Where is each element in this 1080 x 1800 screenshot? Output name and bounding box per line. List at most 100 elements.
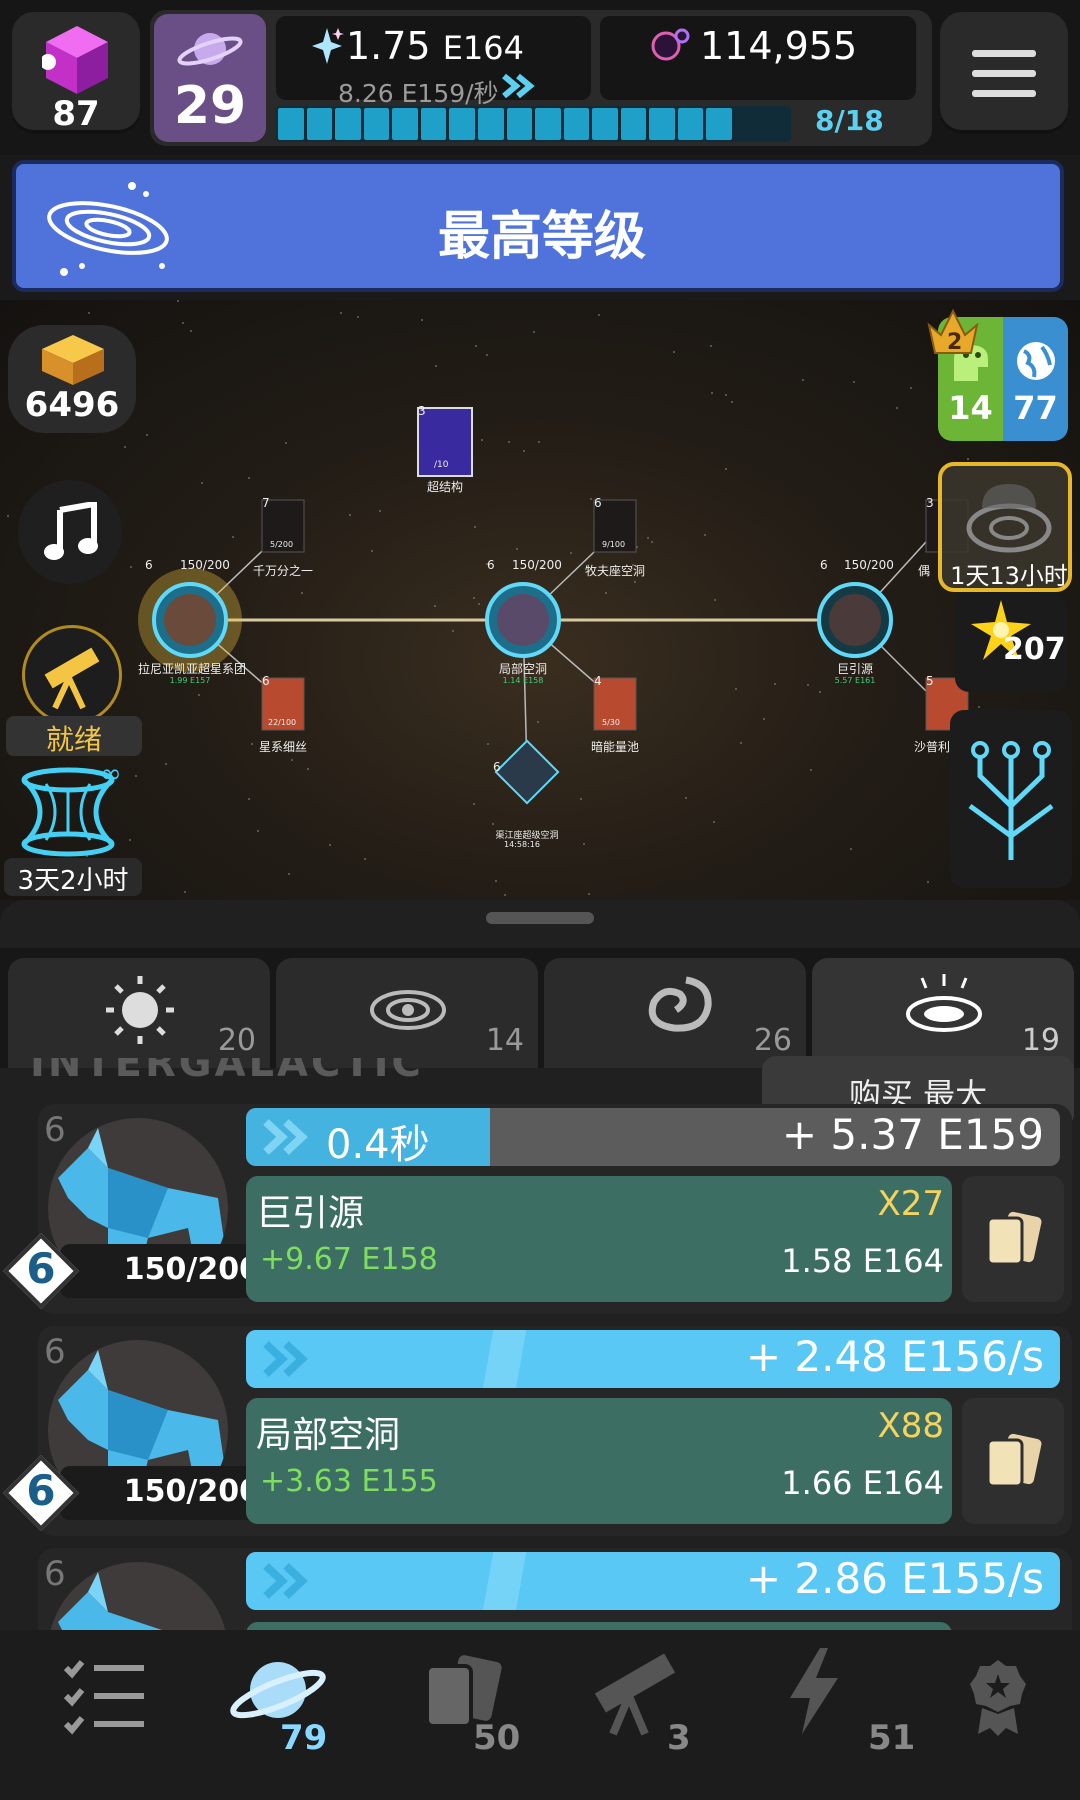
nav-boosts[interactable]: 51 <box>760 1640 930 1780</box>
node-level: 7 <box>262 496 270 510</box>
dark-matter-display: 114,955 <box>600 16 916 100</box>
max-level-banner[interactable]: 最高等级 <box>12 160 1064 292</box>
node-label: 牧夫座空洞 <box>584 564 645 578</box>
node-count: 150/200 <box>844 558 894 572</box>
nav-telescope[interactable]: 3 <box>575 1640 745 1780</box>
section-header: INTERGALACTIC <box>30 1058 424 1082</box>
wormhole-button[interactable]: ∞ <box>16 762 128 858</box>
tab-intergalactic[interactable]: 19 <box>812 958 1074 1068</box>
production-bar: + 2.48 E156/s <box>246 1330 1060 1388</box>
level-progress-label: 8/18 <box>815 104 884 137</box>
cycle-time: 0.4秒 <box>326 1122 430 1166</box>
sparkle-icon <box>312 28 344 64</box>
earth-icon <box>1017 342 1055 380</box>
nav-quests[interactable] <box>20 1640 190 1780</box>
map-node-laniakea[interactable] <box>138 568 242 672</box>
progress-segment <box>477 108 504 140</box>
award-badge-icon <box>970 1660 1026 1736</box>
nav-planets[interactable]: 79 <box>210 1640 380 1780</box>
map-node-great-attractor[interactable] <box>817 582 893 658</box>
tab-count: 26 <box>753 1023 792 1058</box>
planet-level: 29 <box>173 76 247 136</box>
buy-upgrade-button[interactable] <box>246 1622 952 1630</box>
tab-systems[interactable]: 14 <box>276 958 538 1068</box>
checklist-icon <box>63 1660 144 1735</box>
nav-count: 3 <box>667 1718 691 1758</box>
banner-title: 最高等级 <box>437 207 646 267</box>
panel-drag-handle[interactable] <box>486 912 594 924</box>
stardust-exponent: E164 <box>442 29 524 67</box>
node-label: 千万分之一 <box>252 564 313 578</box>
cards-button[interactable] <box>962 1398 1064 1524</box>
level-number: 6 <box>26 1466 56 1515</box>
dark-matter-value: 114,955 <box>700 24 858 68</box>
progress-segment <box>535 108 561 140</box>
nav-count: 50 <box>473 1718 521 1758</box>
golden-cubes-button[interactable]: 6496 <box>8 325 136 433</box>
node-count: 9/100 <box>602 540 626 549</box>
crown-rank: 2 <box>947 330 962 355</box>
multiplier: X88 <box>877 1406 944 1446</box>
tab-galaxies[interactable]: 26 <box>544 958 806 1068</box>
music-button[interactable] <box>18 480 122 584</box>
node-timer: 14:58:16 <box>504 840 540 849</box>
map-node-local-void[interactable] <box>485 582 561 658</box>
production-value: + 2.48 E156/s <box>745 1332 1044 1381</box>
progress-segment <box>763 108 790 140</box>
node-rate: 1.14 E158 <box>502 676 544 685</box>
buy-upgrade-button[interactable]: 局部空洞 X88 +3.63 E155 1.66 E164 <box>246 1398 952 1524</box>
node-label: 超结构 <box>426 480 463 494</box>
node-count: 5/30 <box>602 718 620 727</box>
menu-button[interactable] <box>940 12 1068 134</box>
node-level: 6 <box>594 496 602 510</box>
progress-segment <box>278 108 304 140</box>
tab-count: 20 <box>217 1023 256 1058</box>
cost-value: 1.66 E164 <box>781 1464 944 1502</box>
nav-cards[interactable]: 50 <box>395 1640 565 1780</box>
node-label: 巨引源 <box>836 662 873 676</box>
telescope-button[interactable] <box>22 625 122 725</box>
node-level: 6 <box>145 558 153 572</box>
timed-event-button[interactable]: 1天13小时 <box>938 462 1072 592</box>
progress-segment <box>449 108 475 140</box>
sun-icon <box>106 976 174 1044</box>
progress-segment <box>677 108 704 140</box>
level-small: 6 <box>44 1332 66 1372</box>
telescope-icon <box>44 647 100 710</box>
cards-icon <box>986 1433 1042 1488</box>
cost-value: 1.58 E164 <box>781 1242 944 1280</box>
multiplier: X27 <box>877 1184 944 1224</box>
tab-count: 14 <box>485 1023 524 1058</box>
node-level: 4 <box>594 674 602 688</box>
node-label: 暗能量池 <box>590 740 639 754</box>
map-node-eridanus-void[interactable] <box>494 739 560 805</box>
buy-upgrade-button[interactable]: 巨引源 X27 +9.67 E158 1.58 E164 <box>246 1176 952 1302</box>
node-level: 6 <box>493 760 501 774</box>
node-count: 150/200 <box>180 558 230 572</box>
gain-value: +3.63 E155 <box>260 1464 438 1499</box>
planet-level-button[interactable]: 29 <box>154 14 266 142</box>
nav-count: 51 <box>868 1718 916 1758</box>
galaxy-map[interactable]: 拉尼亚凯亚超星系团 1.99 E157 6 150/200 局部空洞 1.14 … <box>0 300 1080 900</box>
supernova-count: 207 <box>1003 632 1066 667</box>
nav-achievements[interactable] <box>920 1640 1080 1780</box>
level-small: 6 <box>44 1110 66 1150</box>
progress-segment <box>306 108 333 140</box>
owned-count: 150/200 <box>60 1466 270 1520</box>
node-count: 150/200 <box>512 558 562 572</box>
upgrade-name: 巨引源 <box>256 1193 365 1234</box>
node-rate: 5.57 E161 <box>834 676 876 685</box>
planet-icon <box>177 33 243 66</box>
dino-count: 14 <box>948 389 993 427</box>
node-label: 局部空洞 <box>498 662 547 676</box>
lightning-icon <box>790 1648 838 1734</box>
menu-icon-line <box>972 90 1036 97</box>
supernova-button[interactable]: 207 <box>955 592 1067 692</box>
node-level: 3 <box>418 404 426 418</box>
cube-currency-button[interactable]: 87 <box>12 12 140 134</box>
level-small: 6 <box>44 1554 66 1594</box>
progress-segment <box>592 108 618 140</box>
tab-stars[interactable]: 20 <box>8 958 270 1068</box>
cards-button[interactable] <box>962 1176 1064 1302</box>
upgrade-tree-button[interactable] <box>950 710 1072 888</box>
